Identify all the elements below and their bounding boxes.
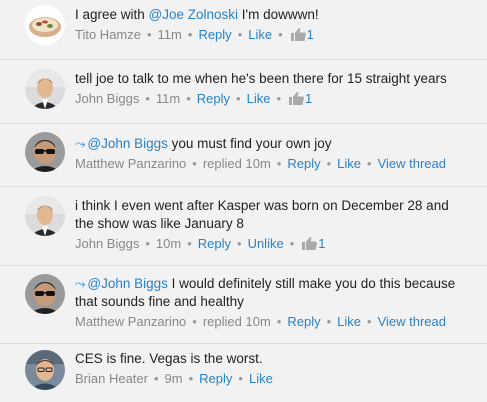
comment-time: 10m — [155, 236, 182, 251]
unlike-button[interactable]: Unlike — [248, 236, 284, 251]
reply-button[interactable]: Reply — [198, 236, 231, 251]
avatar[interactable] — [25, 69, 65, 109]
view-thread-link[interactable]: View thread — [378, 314, 446, 329]
author-name[interactable]: Matthew Panzarino — [75, 314, 186, 329]
comment-text: tell joe to talk to me when he's been th… — [75, 71, 447, 86]
author-name[interactable]: Brian Heater — [75, 371, 148, 386]
like-button[interactable]: Like — [337, 156, 361, 171]
user-mention[interactable]: @John Biggs — [87, 276, 168, 291]
comment-item: I agree with @Joe Zolnoski I'm dowwwn! T… — [0, 0, 487, 60]
like-count[interactable]: 1 — [318, 236, 325, 251]
reply-button[interactable]: Reply — [287, 314, 320, 329]
reply-button[interactable]: Reply — [197, 91, 230, 106]
reply-button[interactable]: Reply — [198, 27, 231, 42]
comment-time: 11m — [155, 91, 181, 106]
comment-meta: John Biggs • 11m • Reply • Like • 1 — [75, 91, 313, 106]
like-count[interactable]: 1 — [307, 27, 314, 42]
like-count[interactable]: 1 — [305, 91, 312, 106]
avatar[interactable] — [25, 132, 65, 172]
comment-item: i think I even went after Kasper was bor… — [0, 187, 487, 266]
author-name[interactable]: Tito Hamze — [75, 27, 141, 42]
avatar[interactable] — [25, 350, 65, 390]
user-mention[interactable]: @Joe Zolnoski — [149, 7, 239, 22]
comment-time: replied 10m — [202, 156, 271, 171]
comment-text: ⤳ @John Biggs I would definitely still ma… — [75, 276, 456, 309]
user-mention[interactable]: @John Biggs — [87, 136, 168, 151]
reply-arrow-icon: ⤳ — [75, 136, 86, 151]
comment-time: replied 10m — [202, 314, 271, 329]
comment-text: CES is fine. Vegas is the worst. — [75, 351, 263, 366]
comment-meta: John Biggs • 10m • Reply • Unlike • 1 — [75, 236, 326, 251]
thumbs-up-icon — [290, 28, 306, 41]
comment-item: ⤳ @John Biggs you must find your own joy … — [0, 124, 487, 187]
like-button[interactable]: Like — [247, 91, 271, 106]
comment-item: CES is fine. Vegas is the worst. Brian H… — [0, 344, 487, 402]
comment-meta: Matthew Panzarino • replied 10m • Reply • Like… — [75, 156, 446, 171]
comment-item: tell joe to talk to me when he's been th… — [0, 60, 487, 124]
comment-meta: Brian Heater • 9m • Reply • Like — [75, 371, 273, 386]
reply-arrow-icon: ⤳ — [75, 276, 86, 291]
comment-time: 11m — [157, 27, 182, 42]
comment-text: I agree with @Joe Zolnoski I'm dowwwn! — [75, 7, 319, 22]
comment-item: ⤳ @John Biggs I would definitely still ma… — [0, 266, 487, 344]
comment-meta: Matthew Panzarino • replied 10m • Reply • Like… — [75, 314, 446, 329]
reply-button[interactable]: Reply — [199, 371, 232, 386]
author-name[interactable]: John Biggs — [75, 91, 139, 106]
avatar[interactable] — [25, 196, 65, 236]
author-name[interactable]: Matthew Panzarino — [75, 156, 186, 171]
comment-text: i think I even went after Kasper was bor… — [75, 198, 449, 231]
like-button[interactable]: Like — [249, 371, 273, 386]
avatar[interactable] — [25, 5, 65, 45]
reply-button[interactable]: Reply — [287, 156, 320, 171]
view-thread-link[interactable]: View thread — [378, 156, 446, 171]
comment-list: I agree with @Joe Zolnoski I'm dowwwn! T… — [0, 0, 487, 402]
comment-text: ⤳ @John Biggs you must find your own joy — [75, 136, 332, 151]
author-name[interactable]: John Biggs — [75, 236, 139, 251]
comment-time: 9m — [164, 371, 183, 386]
thumbs-up-icon — [302, 237, 318, 250]
like-button[interactable]: Like — [337, 314, 361, 329]
avatar[interactable] — [25, 274, 65, 314]
thumbs-up-icon — [289, 92, 305, 105]
comment-meta: Tito Hamze • 11m • Reply • Like • 1 — [75, 27, 314, 42]
like-button[interactable]: Like — [248, 27, 272, 42]
